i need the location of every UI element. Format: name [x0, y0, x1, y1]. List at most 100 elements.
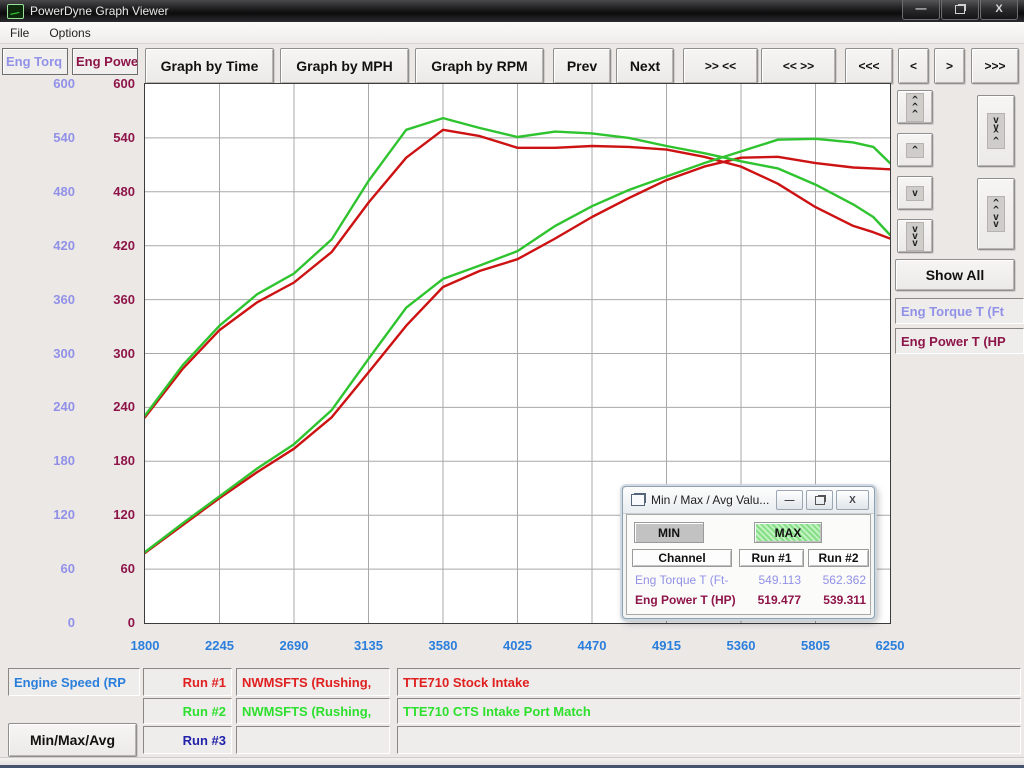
- power-axis-labels: 060120180240300360420480540600: [80, 84, 135, 623]
- run3-description: [397, 726, 1021, 754]
- x-axis-channel-label: Engine Speed (RP: [8, 668, 140, 696]
- x-tick-label: 1800: [131, 638, 160, 653]
- y-tick-label: 120: [113, 508, 135, 522]
- y-tick-label: 300: [53, 347, 75, 361]
- next-button[interactable]: Next: [616, 48, 674, 84]
- torque-axis-labels: 060120180240300360420480540600: [20, 84, 75, 623]
- down-chevron-icon: v: [906, 186, 924, 201]
- graph-by-time-button[interactable]: Graph by Time: [145, 48, 274, 84]
- pan-left-fast-button[interactable]: <<<: [845, 48, 893, 84]
- triple-up-chevron-icon: ^ ^ ^: [906, 93, 924, 122]
- close-button[interactable]: X: [980, 0, 1018, 20]
- compress-vertical-icon: v v ^ ^: [987, 113, 1005, 149]
- y-tick-label: 540: [53, 131, 75, 145]
- graph-by-rpm-button[interactable]: Graph by RPM: [415, 48, 544, 84]
- minmaxavg-button[interactable]: Min/Max/Avg: [8, 723, 137, 757]
- minmax-window: Min / Max / Avg Valu... — X MIN MAX Chan…: [622, 486, 875, 619]
- run3-label: Run #3: [143, 726, 232, 754]
- y-tick-label: 240: [53, 400, 75, 414]
- torque-run2-max: 562.362: [808, 573, 866, 587]
- y-tick-label: 540: [113, 131, 135, 145]
- x-tick-label: 5360: [727, 638, 756, 653]
- menu-file[interactable]: File: [0, 26, 39, 40]
- restore-button[interactable]: [941, 0, 979, 20]
- x-tick-label: 2245: [205, 638, 234, 653]
- prev-button[interactable]: Prev: [553, 48, 611, 84]
- minmax-restore-icon: [815, 496, 825, 505]
- menu-options[interactable]: Options: [39, 26, 100, 40]
- x-tick-label: 4470: [578, 638, 607, 653]
- zoom-in-x-button[interactable]: >> <<: [683, 48, 758, 84]
- y-tick-label: 360: [53, 293, 75, 307]
- status-bar: [0, 757, 1024, 768]
- up-chevron-icon: ^: [906, 143, 924, 158]
- min-button[interactable]: MIN: [634, 522, 704, 543]
- y-tick-label: 0: [128, 616, 135, 630]
- scroll-down-button[interactable]: v: [897, 176, 933, 210]
- x-tick-label: 5805: [801, 638, 830, 653]
- run2-column-header: Run #2: [808, 549, 869, 567]
- torque-row-label: Eng Torque T (Ft-: [635, 573, 728, 587]
- x-tick-label: 3580: [429, 638, 458, 653]
- minimize-button[interactable]: —: [902, 0, 940, 20]
- restore-icon: [955, 5, 965, 14]
- expand-vertical-icon: ^ ^ v v: [987, 196, 1005, 232]
- power-channel-label: Eng Power T (HP: [895, 328, 1024, 354]
- minmax-window-icon: [631, 494, 645, 506]
- minmax-content: MIN MAX Channel Run #1 Run #2 Eng Torque…: [626, 514, 871, 615]
- x-tick-label: 2690: [280, 638, 309, 653]
- minmax-title-bar[interactable]: Min / Max / Avg Valu... — X: [623, 487, 874, 514]
- torque-run1-max: 549.113: [739, 573, 801, 587]
- y-tick-label: 180: [113, 454, 135, 468]
- y-tick-label: 600: [53, 77, 75, 91]
- x-tick-label: 3135: [354, 638, 383, 653]
- minmax-window-title: Min / Max / Avg Valu...: [651, 493, 769, 507]
- run1-column-header: Run #1: [739, 549, 804, 567]
- x-tick-label: 4025: [503, 638, 532, 653]
- y-tick-label: 420: [53, 239, 75, 253]
- expand-y-button[interactable]: ^ ^ v v: [977, 178, 1015, 250]
- zoom-out-x-button[interactable]: << >>: [761, 48, 836, 84]
- y-tick-label: 600: [113, 77, 135, 91]
- y-tick-label: 180: [53, 454, 75, 468]
- power-run2-max: 539.311: [808, 593, 866, 607]
- y-tick-label: 300: [113, 347, 135, 361]
- run3-file-label: [236, 726, 390, 754]
- run2-label: Run #2: [143, 698, 232, 724]
- run2-file-label: NWMSFTS (Rushing,: [236, 698, 390, 724]
- run2-description: TTE710 CTS Intake Port Match: [397, 698, 1021, 724]
- run1-label: Run #1: [143, 668, 232, 696]
- pan-left-button[interactable]: <: [898, 48, 929, 84]
- y-tick-label: 480: [113, 185, 135, 199]
- minmax-minimize-button[interactable]: —: [776, 490, 803, 510]
- power-run1-max: 519.477: [739, 593, 801, 607]
- minmax-close-button[interactable]: X: [836, 490, 869, 510]
- rpm-axis-labels: 1800224526903135358040254470491553605805…: [145, 638, 890, 656]
- compress-y-button[interactable]: v v ^ ^: [977, 95, 1015, 167]
- scroll-up-button[interactable]: ^: [897, 133, 933, 167]
- window-title: PowerDyne Graph Viewer: [30, 4, 169, 18]
- menu-bar: File Options: [0, 22, 1024, 44]
- power-row-label: Eng Power T (HP): [635, 593, 736, 607]
- y-tick-label: 0: [68, 616, 75, 630]
- triple-down-chevron-icon: v v v: [906, 222, 924, 251]
- scroll-bottom-button[interactable]: v v v: [897, 219, 933, 253]
- channel-column-header: Channel: [632, 549, 732, 567]
- power-axis-button[interactable]: Eng Powe: [72, 48, 138, 75]
- y-tick-label: 120: [53, 508, 75, 522]
- y-tick-label: 360: [113, 293, 135, 307]
- x-tick-label: 6250: [876, 638, 905, 653]
- app-icon: [7, 4, 24, 19]
- show-all-button[interactable]: Show All: [895, 259, 1015, 291]
- y-tick-label: 240: [113, 400, 135, 414]
- run1-description: TTE710 Stock Intake: [397, 668, 1021, 696]
- powerdyne-window: { "window": { "title": "PowerDyne Graph …: [0, 0, 1024, 768]
- torque-channel-label: Eng Torque T (Ft: [895, 298, 1024, 324]
- pan-right-fast-button[interactable]: >>>: [971, 48, 1019, 84]
- pan-right-button[interactable]: >: [934, 48, 965, 84]
- graph-by-mph-button[interactable]: Graph by MPH: [280, 48, 409, 84]
- torque-axis-button[interactable]: Eng Torq: [2, 48, 68, 75]
- scroll-top-button[interactable]: ^ ^ ^: [897, 90, 933, 124]
- max-button[interactable]: MAX: [754, 522, 822, 543]
- minmax-restore-button[interactable]: [806, 490, 833, 510]
